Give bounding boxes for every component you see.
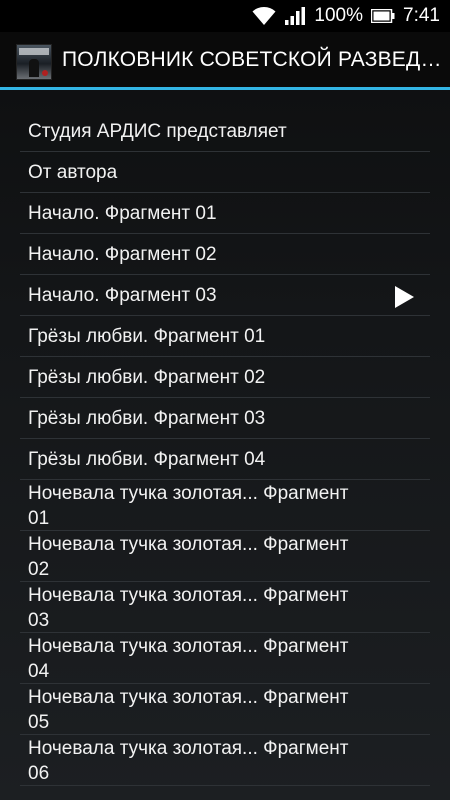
list-item[interactable]: Начало. Фрагмент 02 [20,234,430,275]
track-title: Ночевала тучка золотая... Фрагмент 05 [28,687,349,733]
list-item[interactable]: Ночевала тучка золотая... Фрагмент 02 [20,531,430,582]
track-title: Ночевала тучка золотая... Фрагмент 04 [28,636,349,682]
track-title: Начало. Фрагмент 01 [28,203,217,224]
track-title: От автора [28,162,118,183]
battery-icon [371,9,395,23]
list-item[interactable]: От автора [20,152,430,193]
list-item[interactable]: Грёзы любви. Фрагмент 02 [20,357,430,398]
play-icon [392,283,416,308]
list-item[interactable]: Грёзы любви. Фрагмент 03 [20,398,430,439]
track-title: Ночевала тучка золотая... Фрагмент 02 [28,534,349,580]
list-item[interactable]: Ночевала тучка золотая... Фрагмент 03 [20,582,430,633]
track-title: Грёзы любви. Фрагмент 03 [28,408,266,429]
list-item[interactable]: Ночевала тучка золотая... Фрагмент 01 [20,480,430,531]
track-title: Начало. Фрагмент 03 [28,285,217,306]
track-title: Грёзы любви. Фрагмент 02 [28,367,266,388]
track-title: Ночевала тучка золотая... Фрагмент 06 [28,738,349,784]
app-icon[interactable] [16,44,52,80]
list-item[interactable]: Студия АРДИС представляет [20,111,430,152]
track-title: Студия АРДИС представляет [28,121,287,142]
status-icons: 100% 7:41 [252,0,440,32]
list-item[interactable]: Ночевала тучка золотая... Фрагмент 06 [20,735,430,786]
list-item[interactable]: Начало. Фрагмент 03 [20,275,430,316]
clock: 7:41 [403,5,440,26]
track-list: Студия АРДИС представляет От автора Начало… [20,111,430,786]
action-bar: ПОЛКОВНИК СОВЕТСКОЙ РАЗВЕДКИ [0,32,450,90]
list-item[interactable]: Ночевала тучка золотая... Фрагмент 04 [20,633,430,684]
list-item[interactable]: Начало. Фрагмент 01 [20,193,430,234]
battery-percent: 100% [314,5,364,26]
signal-icon [284,6,306,26]
status-bar: 100% 7:41 [0,0,450,32]
wifi-icon [252,6,276,26]
track-title: Ночевала тучка золотая... Фрагмент 03 [28,585,349,631]
track-title: Ночевала тучка золотая... Фрагмент 01 [28,483,349,529]
list-item[interactable]: Ночевала тучка золотая... Фрагмент 05 [20,684,430,735]
track-title: Грёзы любви. Фрагмент 01 [28,326,266,347]
list-item[interactable]: Грёзы любви. Фрагмент 04 [20,439,430,480]
app-title: ПОЛКОВНИК СОВЕТСКОЙ РАЗВЕДКИ [62,48,442,71]
track-title: Начало. Фрагмент 02 [28,244,217,265]
track-title: Грёзы любви. Фрагмент 04 [28,449,266,470]
list-item[interactable]: Грёзы любви. Фрагмент 01 [20,316,430,357]
